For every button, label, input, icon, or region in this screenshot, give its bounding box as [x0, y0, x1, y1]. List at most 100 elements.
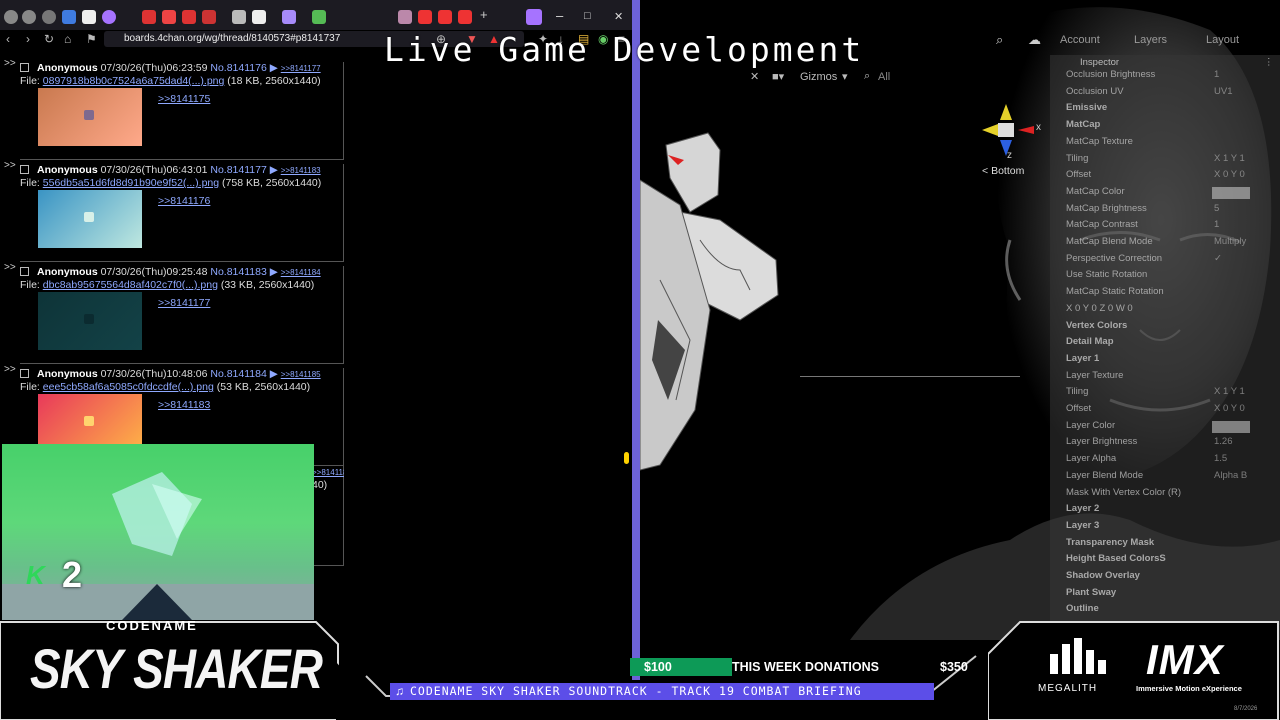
inspector-property-value[interactable]: 1.26	[1214, 436, 1233, 447]
reply-link[interactable]: >>8141176	[158, 195, 210, 207]
post-checkbox[interactable]	[20, 267, 29, 276]
inspector-property-value[interactable]: X 0 Y 0	[1214, 403, 1245, 414]
inspector-section-header[interactable]: Height Based ColorsS	[1066, 553, 1166, 564]
forward-icon[interactable]: ›	[26, 32, 30, 46]
tab-icon[interactable]	[182, 10, 196, 24]
close-window-button[interactable]: ✕	[614, 10, 623, 23]
tab-icon[interactable]	[162, 10, 176, 24]
inspector-property-value[interactable]: Multiply	[1214, 236, 1246, 247]
tool-icon[interactable]: ✕	[750, 70, 759, 83]
inspector-property-value[interactable]: UV1	[1214, 86, 1232, 97]
lock-icon[interactable]: ⋮	[1264, 57, 1274, 68]
post-number[interactable]: No.8141177	[210, 164, 266, 176]
chevron-down-icon[interactable]: ▾	[842, 70, 848, 83]
inspector-section-header[interactable]: Emissive	[1066, 102, 1107, 113]
search-icon[interactable]: ⌕	[996, 32, 1003, 48]
inspector-property-value[interactable]: 1	[1214, 69, 1219, 80]
file-thumbnail[interactable]	[38, 190, 142, 248]
file-link[interactable]: 556db5a51d6fd8d91b90e9f52(...).png	[43, 177, 219, 189]
post-number[interactable]: No.8141176	[210, 62, 266, 74]
backlink[interactable]: >>8141185	[281, 370, 321, 379]
color-swatch[interactable]	[1212, 420, 1250, 433]
inspector-property-value[interactable]: 1	[1214, 219, 1219, 230]
inspector-property-value[interactable]: X 0 Y 0	[1214, 169, 1245, 180]
reload-icon[interactable]: ↻	[44, 32, 54, 46]
post-menu-icon[interactable]: ▶	[270, 164, 278, 176]
tab-icon[interactable]	[142, 10, 156, 24]
scrollbar-thumb[interactable]	[624, 452, 629, 464]
file-link[interactable]: 0897918b8b0c7524a6a75dad4(...).png	[43, 75, 225, 87]
tab-icon[interactable]	[42, 10, 56, 24]
inspector-property-value[interactable]: 5	[1214, 203, 1219, 214]
inspector-section-header[interactable]: Layer 3	[1066, 520, 1099, 531]
poster-name: Anonymous	[37, 368, 98, 380]
inspector-property-value[interactable]: Alpha B	[1214, 470, 1247, 481]
inspector-property-value[interactable]: X 1 Y 1	[1214, 386, 1245, 397]
new-tab-icon[interactable]: +	[480, 7, 494, 22]
inspector-property-label: MatCap Texture	[1066, 135, 1133, 147]
inspector-section-header[interactable]: Transparency Mask	[1066, 537, 1154, 548]
extension-icon[interactable]	[526, 9, 542, 25]
file-thumbnail[interactable]	[38, 292, 142, 350]
backlink[interactable]: >>8141187	[312, 468, 344, 477]
file-meta: (18 KB, 2560x1440)	[227, 75, 321, 87]
post-checkbox[interactable]	[20, 369, 29, 378]
post-checkbox[interactable]	[20, 165, 29, 174]
home-icon[interactable]: ⌂	[64, 32, 71, 46]
file-link[interactable]: eee5cb58af6a5085c0fdccdfe(...).png	[43, 381, 214, 393]
reply-link[interactable]: >>8141183	[158, 399, 210, 411]
tab-icon[interactable]	[62, 10, 76, 24]
layers-dropdown[interactable]: Layers	[1134, 34, 1167, 46]
backlink[interactable]: >>8141177	[281, 64, 321, 73]
tab-icon[interactable]	[312, 10, 326, 24]
file-info: File: 0897918b8b0c7524a6a75dad4(...).png…	[20, 75, 321, 87]
back-icon[interactable]: ‹	[6, 32, 10, 46]
file-thumbnail[interactable]	[38, 88, 142, 146]
color-swatch[interactable]	[1212, 186, 1250, 199]
tab-icon[interactable]	[458, 10, 472, 24]
post-number[interactable]: No.8141184	[210, 368, 266, 380]
tab-icon[interactable]	[438, 10, 452, 24]
layout-dropdown[interactable]: Layout	[1206, 34, 1239, 46]
gizmos-dropdown[interactable]: Gizmos	[800, 71, 837, 83]
inspector-section-header[interactable]: Layer 2	[1066, 503, 1099, 514]
tab-icon[interactable]	[82, 10, 96, 24]
minimize-button[interactable]: –	[556, 8, 563, 23]
tab-icon[interactable]	[4, 10, 18, 24]
backlink[interactable]: >>8141184	[281, 268, 321, 277]
inspector-section-header[interactable]: Plant Sway	[1066, 587, 1116, 598]
inspector-property-value[interactable]: X 1 Y 1	[1214, 153, 1245, 164]
view-label[interactable]: < Bottom	[982, 165, 1024, 177]
post-checkbox[interactable]	[20, 63, 29, 72]
inspector-property-value[interactable]: 1.5	[1214, 453, 1227, 464]
inspector-section-header[interactable]: Layer 1	[1066, 353, 1099, 364]
backlink[interactable]: >>8141183	[281, 166, 321, 175]
tab-icon[interactable]	[22, 10, 36, 24]
inspector-section-header[interactable]: MatCap	[1066, 119, 1100, 130]
post-menu-icon[interactable]: ▶	[270, 368, 278, 380]
file-link[interactable]: dbc8ab95675564d8af402c7f0(...).png	[43, 279, 218, 291]
camera-icon[interactable]: ■▾	[772, 70, 784, 83]
post-menu-icon[interactable]: ▶	[270, 62, 278, 74]
scene-search-input[interactable]: All	[878, 71, 890, 83]
cloud-icon[interactable]: ☁	[1028, 32, 1041, 48]
tab-icon[interactable]	[418, 10, 432, 24]
post-number[interactable]: No.8141183	[210, 266, 266, 278]
reply-link[interactable]: >>8141177	[158, 297, 210, 309]
bookmark-icon[interactable]: ⚑	[86, 32, 97, 46]
post-menu-icon[interactable]: ▶	[270, 266, 278, 278]
tab-icon-active[interactable]	[102, 10, 116, 24]
inspector-section-header[interactable]: Vertex Colors	[1066, 320, 1127, 331]
account-dropdown[interactable]: Account	[1060, 34, 1100, 46]
inspector-property-value[interactable]: ✓	[1214, 253, 1222, 264]
inspector-section-header[interactable]: Detail Map	[1066, 336, 1114, 347]
tab-icon[interactable]	[398, 10, 412, 24]
maximize-button[interactable]: □	[584, 10, 591, 22]
inspector-section-header[interactable]: Shadow Overlay	[1066, 570, 1140, 581]
tab-icon[interactable]	[232, 10, 246, 24]
tab-icon[interactable]	[252, 10, 266, 24]
tab-icon[interactable]	[202, 10, 216, 24]
inspector-section-header[interactable]: Outline	[1066, 603, 1099, 614]
reply-link[interactable]: >>8141175	[158, 93, 210, 105]
tab-icon[interactable]	[282, 10, 296, 24]
